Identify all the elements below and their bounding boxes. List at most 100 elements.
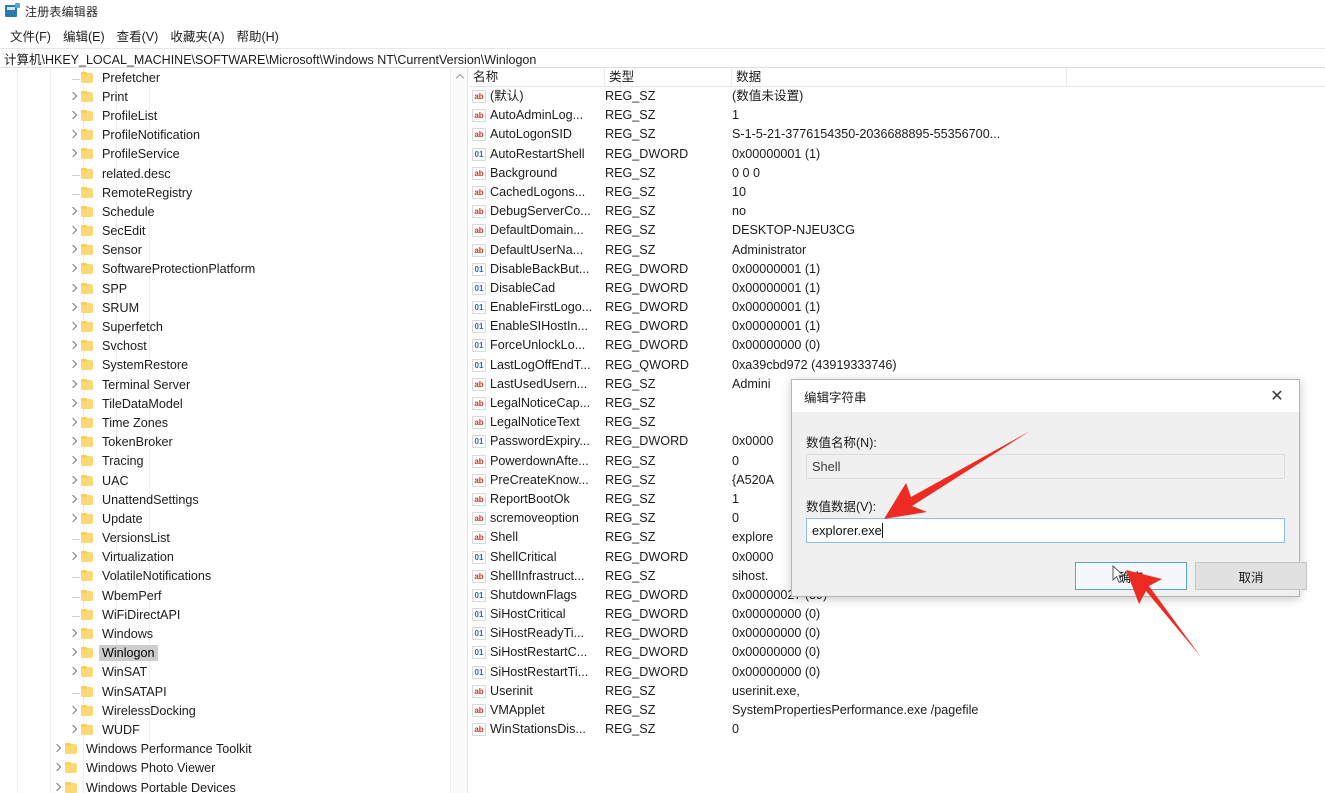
table-row[interactable]: abDefaultUserNa...REG_SZAdministrator (469, 241, 1325, 260)
tree-item-schedule[interactable]: Schedule (0, 202, 446, 221)
expand-chevron-icon[interactable] (49, 741, 65, 757)
table-row[interactable]: 01ForceUnlockLo...REG_DWORD0x00000000 (0… (469, 336, 1325, 355)
menu-edit[interactable]: 编辑(E) (57, 24, 111, 47)
menu-view[interactable]: 查看(V) (111, 24, 165, 47)
tree-item-softwareprotectionplatform[interactable]: SoftwareProtectionPlatform (0, 260, 446, 279)
expand-chevron-icon[interactable] (65, 127, 81, 143)
expand-chevron-icon[interactable] (65, 645, 81, 661)
cancel-button[interactable]: 取消 (1195, 562, 1307, 590)
tree-item-wirelessdocking[interactable]: WirelessDocking (0, 701, 446, 720)
expand-chevron-icon[interactable] (65, 281, 81, 297)
tree-item-windows-performance-toolkit[interactable]: Windows Performance Toolkit (0, 740, 446, 759)
table-row[interactable]: 01SiHostCriticalREG_DWORD0x00000000 (0) (469, 605, 1325, 624)
column-header-type[interactable]: 类型 (605, 68, 732, 86)
table-row[interactable]: abAutoAdminLog...REG_SZ1 (469, 106, 1325, 125)
table-row[interactable]: abUserinitREG_SZuserinit.exe, (469, 682, 1325, 701)
expand-chevron-icon[interactable] (65, 434, 81, 450)
expand-chevron-icon[interactable] (65, 377, 81, 393)
table-row[interactable]: abDefaultDomain...REG_SZDESKTOP-NJEU3CG (469, 221, 1325, 240)
tree-item-related-desc[interactable]: related.desc (0, 164, 446, 183)
expand-chevron-icon[interactable] (65, 473, 81, 489)
tree-item-secedit[interactable]: SecEdit (0, 222, 446, 241)
tree-item-windows[interactable]: Windows (0, 624, 446, 643)
column-header-name[interactable]: 名称 (469, 68, 605, 86)
tree-item-winsat[interactable]: WinSAT (0, 663, 446, 682)
table-row[interactable]: abWinStationsDis...REG_SZ0 (469, 720, 1325, 739)
menu-help[interactable]: 帮助(H) (230, 24, 284, 47)
table-row[interactable]: 01DisableCadREG_DWORD0x00000001 (1) (469, 279, 1325, 298)
expand-chevron-icon[interactable] (49, 780, 65, 793)
table-row[interactable]: 01AutoRestartShellREG_DWORD0x00000001 (1… (469, 145, 1325, 164)
tree-item-wifidirectapi[interactable]: WiFiDirectAPI (0, 605, 446, 624)
expand-chevron-icon[interactable] (65, 511, 81, 527)
expand-chevron-icon[interactable] (65, 89, 81, 105)
table-row[interactable]: 01SiHostReadyTi...REG_DWORD0x00000000 (0… (469, 624, 1325, 643)
tree-item-srum[interactable]: SRUM (0, 298, 446, 317)
registry-tree-panel[interactable]: PrefetcherPrintProfileListProfileNotific… (0, 68, 468, 793)
expand-chevron-icon[interactable] (65, 357, 81, 373)
menu-favorites[interactable]: 收藏夹(A) (164, 24, 230, 47)
column-header-data[interactable]: 数据 (732, 68, 1067, 86)
expand-chevron-icon[interactable] (65, 261, 81, 277)
expand-chevron-icon[interactable] (65, 549, 81, 565)
expand-chevron-icon[interactable] (65, 703, 81, 719)
close-icon[interactable]: ✕ (1255, 380, 1299, 411)
tree-scrollbar[interactable] (450, 68, 467, 793)
value-data-field[interactable]: explorer.exe (806, 518, 1285, 543)
expand-chevron-icon[interactable] (65, 242, 81, 258)
table-row[interactable]: 01SiHostRestartTi...REG_DWORD0x00000000 … (469, 663, 1325, 682)
tree-item-winsatapi[interactable]: WinSATAPI (0, 682, 446, 701)
chevron-up-icon[interactable] (451, 68, 468, 85)
expand-chevron-icon[interactable] (65, 223, 81, 239)
table-row[interactable]: ab(默认)REG_SZ(数值未设置) (469, 87, 1325, 106)
tree-item-uac[interactable]: UAC (0, 471, 446, 490)
expand-chevron-icon[interactable] (65, 626, 81, 642)
expand-chevron-icon[interactable] (65, 338, 81, 354)
table-row[interactable]: 01DisableBackBut...REG_DWORD0x00000001 (… (469, 260, 1325, 279)
tree-item-update[interactable]: Update (0, 509, 446, 528)
tree-item-profilenotification[interactable]: ProfileNotification (0, 126, 446, 145)
expand-chevron-icon[interactable] (65, 204, 81, 220)
expand-chevron-icon[interactable] (65, 664, 81, 680)
tree-item-wbemperf[interactable]: WbemPerf (0, 586, 446, 605)
tree-item-prefetcher[interactable]: Prefetcher (0, 68, 446, 87)
expand-chevron-icon[interactable] (65, 492, 81, 508)
address-bar[interactable]: 计算机\HKEY_LOCAL_MACHINE\SOFTWARE\Microsof… (0, 48, 1325, 68)
menu-file[interactable]: 文件(F) (4, 24, 57, 47)
tree-item-sensor[interactable]: Sensor (0, 241, 446, 260)
expand-chevron-icon[interactable] (65, 415, 81, 431)
value-name-field[interactable]: Shell (806, 454, 1285, 479)
table-row[interactable]: 01EnableSIHostIn...REG_DWORD0x00000001 (… (469, 317, 1325, 336)
tree-item-tokenbroker[interactable]: TokenBroker (0, 433, 446, 452)
tree-item-remoteregistry[interactable]: RemoteRegistry (0, 183, 446, 202)
table-row[interactable]: abBackgroundREG_SZ0 0 0 (469, 164, 1325, 183)
tree-item-windows-portable-devices[interactable]: Windows Portable Devices (0, 778, 446, 793)
tree-item-versionslist[interactable]: VersionsList (0, 529, 446, 548)
expand-chevron-icon[interactable] (65, 146, 81, 162)
tree-item-volatilenotifications[interactable]: VolatileNotifications (0, 567, 446, 586)
table-row[interactable]: 01SiHostRestartC...REG_DWORD0x00000000 (… (469, 643, 1325, 662)
tree-item-print[interactable]: Print (0, 87, 446, 106)
table-row[interactable]: abAutoLogonSIDREG_SZS-1-5-21-3776154350-… (469, 125, 1325, 144)
tree-item-profileservice[interactable]: ProfileService (0, 145, 446, 164)
tree-item-windows-photo-viewer[interactable]: Windows Photo Viewer (0, 759, 446, 778)
tree-item-tracing[interactable]: Tracing (0, 452, 446, 471)
table-row[interactable]: abCachedLogons...REG_SZ10 (469, 183, 1325, 202)
tree-item-unattendsettings[interactable]: UnattendSettings (0, 490, 446, 509)
expand-chevron-icon[interactable] (65, 722, 81, 738)
expand-chevron-icon[interactable] (49, 760, 65, 776)
tree-item-wudf[interactable]: WUDF (0, 720, 446, 739)
tree-item-terminal-server[interactable]: Terminal Server (0, 375, 446, 394)
expand-chevron-icon[interactable] (65, 108, 81, 124)
tree-item-tiledatamodel[interactable]: TileDataModel (0, 394, 446, 413)
tree-item-superfetch[interactable]: Superfetch (0, 317, 446, 336)
tree-item-systemrestore[interactable]: SystemRestore (0, 356, 446, 375)
ok-button[interactable]: 确定 (1075, 562, 1187, 590)
tree-item-svchost[interactable]: Svchost (0, 337, 446, 356)
expand-chevron-icon[interactable] (65, 453, 81, 469)
expand-chevron-icon[interactable] (65, 300, 81, 316)
table-row[interactable]: abVMAppletREG_SZSystemPropertiesPerforma… (469, 701, 1325, 720)
expand-chevron-icon[interactable] (65, 319, 81, 335)
tree-item-profilelist[interactable]: ProfileList (0, 106, 446, 125)
table-row[interactable]: 01LastLogOffEndT...REG_QWORD0xa39cbd972 … (469, 356, 1325, 375)
